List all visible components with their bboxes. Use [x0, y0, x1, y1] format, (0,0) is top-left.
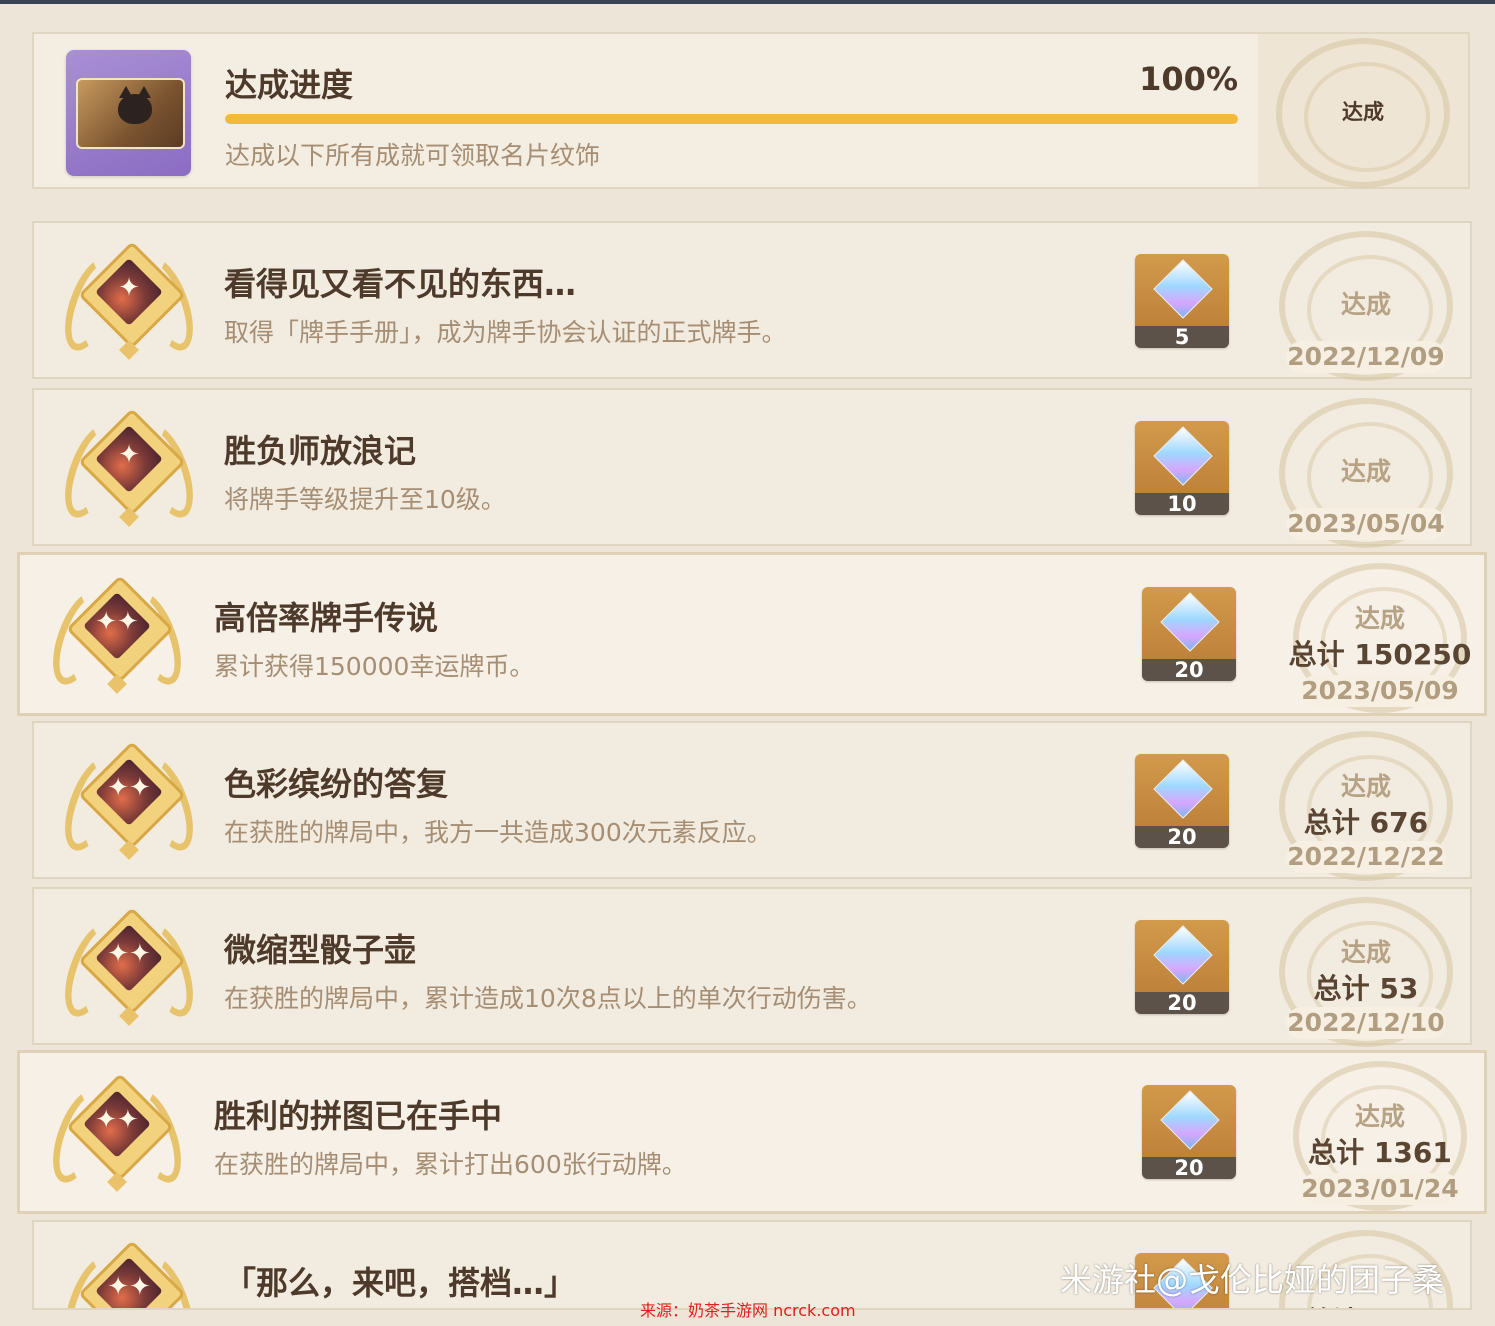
achievement-description: 在获胜的牌局中，累计造成10次8点以上的单次行动伤害。 — [224, 984, 872, 1013]
progress-title: 达成进度 — [225, 66, 354, 104]
progress-bar-fill — [225, 114, 1238, 124]
reward-count: 20 — [1142, 659, 1236, 681]
achievement-medal-icon: ✦✦ — [54, 735, 204, 865]
achievement-total: 总计 53 — [1313, 972, 1419, 1005]
primogem-icon — [1153, 259, 1213, 319]
achievement-description: 取得「牌手手册」，成为牌手协会认证的正式牌手。 — [224, 318, 787, 347]
primogem-reward[interactable]: 20 — [1135, 754, 1229, 848]
achievement-row[interactable]: ✦✦ 色彩缤纷的答复 在获胜的牌局中，我方一共造成300次元素反应。 20 达成… — [32, 721, 1472, 881]
achieved-seal: 达成 总计 676 2022/12/22 — [1271, 727, 1461, 881]
seal-label: 达成 — [1340, 938, 1391, 967]
achievement-medal-icon: ✦ — [54, 235, 204, 365]
achievement-list[interactable]: 达成进度 100% 达成以下所有成就可领取名片纹饰 达成 ✦ 看得见又看不见的东… — [0, 0, 1495, 1326]
primogem-icon — [1153, 759, 1213, 819]
achievement-title: 高倍率牌手传说 — [214, 599, 439, 637]
achieved-seal: 达成 2022/12/09 — [1271, 227, 1461, 381]
primogem-reward[interactable]: 5 — [1135, 254, 1229, 348]
achievement-title: 微缩型骰子壶 — [224, 931, 417, 969]
seal-label: 达成 — [1340, 772, 1391, 801]
achievement-medal-icon: ✦✦ — [42, 1067, 192, 1197]
primogem-icon — [1160, 1090, 1220, 1150]
achieved-seal: 达成 总计 1361 2023/01/24 — [1285, 1057, 1475, 1211]
source-credit: 来源：奶茶手游网 ncrck.com — [640, 1301, 856, 1320]
primogem-reward[interactable]: 10 — [1135, 421, 1229, 515]
seal-label: 达成 — [1342, 100, 1384, 124]
reward-count: 10 — [1135, 493, 1229, 515]
achievement-title: 色彩缤纷的答复 — [224, 765, 449, 803]
watermark: 米游社@戈伦比娅的团子桑 — [1060, 1261, 1445, 1299]
achieved-date: 2022/12/10 — [1286, 1007, 1446, 1039]
seal-label: 达成 — [1354, 1102, 1405, 1131]
achieved-date: 2022/12/09 — [1286, 341, 1446, 373]
seal-label: 达成 — [1340, 457, 1391, 486]
achievement-medal-icon: ✦✦ — [54, 1234, 204, 1308]
achieved-seal: 达成 总计 150250 2023/05/09 — [1285, 559, 1475, 713]
achievement-medal-icon: ✦ — [54, 402, 204, 532]
reward-count: 20 — [1142, 1157, 1236, 1179]
achievement-description: 累计获得150000幸运牌币。 — [214, 652, 535, 681]
achievement-row-selected[interactable]: ✦✦ 高倍率牌手传说 累计获得150000幸运牌币。 20 达成 总计 1502… — [17, 552, 1487, 716]
achievement-total: 总计 1361 — [1308, 1136, 1452, 1169]
achievement-description: 在获胜的牌局中，我方一共造成300次元素反应。 — [224, 818, 772, 847]
achievement-title: 「那么，来吧，搭档…」 — [224, 1264, 577, 1302]
progress-bar — [225, 114, 1238, 124]
achieved-date: 2022/12/22 — [1286, 841, 1446, 873]
achievement-description: 在获胜的牌局中，累计打出600张行动牌。 — [214, 1150, 687, 1179]
seal-label: 达成 — [1354, 604, 1405, 633]
achievement-total: 总计 676 — [1303, 806, 1429, 839]
achieved-seal: 达成 2023/05/04 — [1271, 394, 1461, 548]
seal-label: 达成 — [1340, 290, 1391, 319]
achievement-total: 总计 150250 — [1288, 638, 1472, 671]
achievement-description: 将牌手等级提升至10级。 — [224, 485, 506, 514]
cat-icon — [118, 86, 152, 124]
achievement-title: 胜利的拼图已在手中 — [214, 1097, 503, 1135]
achievement-row[interactable]: ✦ 胜负师放浪记 将牌手等级提升至10级。 10 达成 2023/05/04 — [32, 388, 1472, 548]
progress-card: 达成进度 100% 达成以下所有成就可领取名片纹饰 达成 — [32, 32, 1470, 189]
reward-count: 20 — [1135, 826, 1229, 848]
achievement-title: 看得见又看不见的东西… — [224, 265, 577, 303]
achievement-row[interactable]: ✦✦ 微缩型骰子壶 在获胜的牌局中，累计造成10次8点以上的单次行动伤害。 20… — [32, 887, 1472, 1047]
achieved-date: 2023/05/09 — [1300, 675, 1460, 707]
progress-percent: 100% — [1139, 60, 1238, 98]
primogem-icon — [1153, 925, 1213, 985]
primogem-reward[interactable]: 20 — [1142, 1085, 1236, 1179]
reward-count: 20 — [1135, 992, 1229, 1014]
achievement-medal-icon: ✦✦ — [54, 901, 204, 1031]
primogem-reward[interactable]: 20 — [1142, 587, 1236, 681]
achieved-seal: 达成 — [1268, 34, 1458, 188]
namecard-reward-image[interactable] — [66, 50, 191, 176]
primogem-icon — [1160, 592, 1220, 652]
achieved-date: 2023/05/04 — [1286, 508, 1446, 540]
achievement-medal-icon: ✦✦ — [42, 569, 192, 699]
achievement-title: 胜负师放浪记 — [224, 432, 417, 470]
reward-count: 5 — [1135, 326, 1229, 348]
achieved-date: 2023/01/24 — [1300, 1173, 1460, 1205]
achieved-seal: 达成 总计 53 2022/12/10 — [1271, 893, 1461, 1047]
progress-description: 达成以下所有成就可领取名片纹饰 — [225, 141, 601, 170]
achievement-row[interactable]: ✦ 看得见又看不见的东西… 取得「牌手手册」，成为牌手协会认证的正式牌手。 5 … — [32, 221, 1472, 381]
achievement-total: 总计 340 — [1271, 1300, 1461, 1308]
achievement-row-selected[interactable]: ✦✦ 胜利的拼图已在手中 在获胜的牌局中，累计打出600张行动牌。 20 达成 … — [17, 1050, 1487, 1214]
primogem-reward[interactable]: 20 — [1135, 920, 1229, 1014]
primogem-icon — [1153, 426, 1213, 486]
